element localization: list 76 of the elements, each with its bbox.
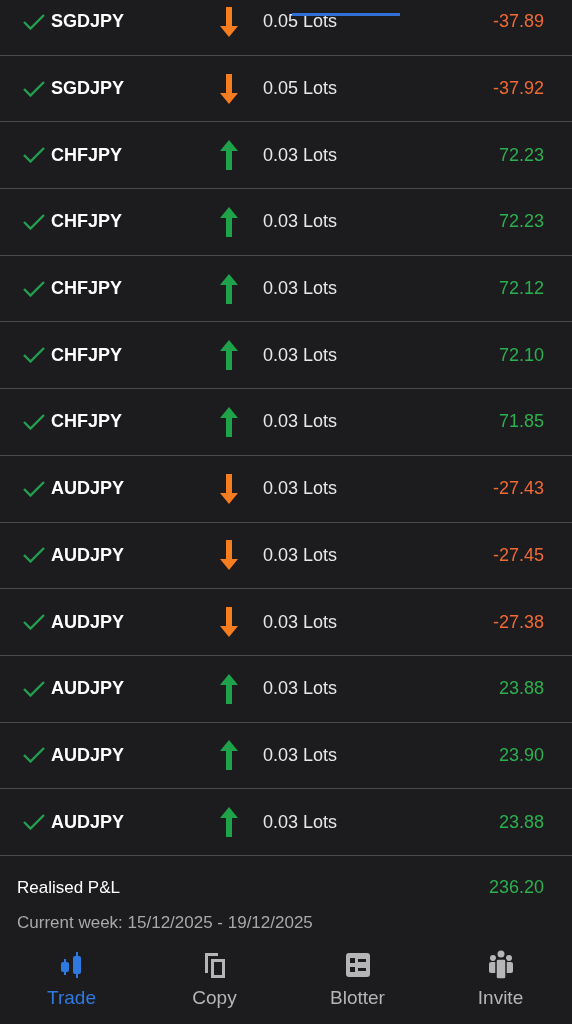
symbol: AUDJPY: [51, 810, 126, 834]
checkmark-icon: [23, 547, 45, 564]
symbol: CHFJPY: [51, 410, 123, 434]
symbol: AUDJPY: [51, 543, 126, 567]
copy-icon: [202, 951, 227, 979]
checkmark-icon: [23, 413, 45, 430]
list-icon: [344, 952, 371, 978]
symbol: CHFJPY: [51, 143, 123, 167]
profit-loss: 71.85: [498, 410, 544, 434]
nav-tab[interactable]: Blotter: [286, 940, 429, 1024]
lot-size: 0.05 Lots: [263, 10, 338, 34]
checkmark-icon: [23, 280, 45, 297]
checkmark-icon: [23, 13, 45, 30]
lot-size: 0.03 Lots: [263, 610, 338, 634]
down-arrow-icon: [220, 540, 238, 571]
profit-loss: -37.92: [492, 77, 544, 101]
checkmark-icon: [23, 614, 45, 631]
up-arrow-icon: [220, 673, 238, 704]
checkmark-icon: [23, 480, 45, 497]
checkmark-icon: [23, 347, 45, 364]
checkmark-icon: [23, 80, 45, 97]
profit-loss: 72.10: [498, 343, 544, 367]
nav-tab[interactable]: Copy: [143, 940, 286, 1024]
profit-loss: -37.89: [492, 10, 544, 34]
profit-loss: 72.23: [498, 210, 544, 234]
lot-size: 0.03 Lots: [263, 743, 338, 767]
profit-loss: -27.38: [492, 610, 544, 634]
lot-size: 0.03 Lots: [263, 343, 338, 367]
down-arrow-icon: [220, 607, 238, 638]
people-icon: [487, 950, 514, 980]
up-arrow-icon: [220, 807, 238, 838]
profit-loss: 23.88: [498, 810, 544, 834]
symbol: CHFJPY: [51, 277, 123, 301]
down-arrow-icon: [220, 73, 238, 104]
up-arrow-icon: [220, 406, 238, 437]
nav-tab[interactable]: Trade: [0, 940, 143, 1024]
nav-tab[interactable]: Invite: [429, 940, 572, 1024]
up-arrow-icon: [220, 740, 238, 771]
symbol: AUDJPY: [51, 477, 126, 501]
profit-loss: -27.43: [492, 477, 544, 501]
lot-size: 0.03 Lots: [263, 677, 338, 701]
lot-size: 0.03 Lots: [263, 410, 338, 434]
down-arrow-icon: [220, 6, 238, 37]
profit-loss: 23.90: [498, 743, 544, 767]
candlestick-icon: [59, 951, 84, 979]
lot-size: 0.03 Lots: [263, 143, 338, 167]
period-text: Current week: 15/12/2025 - 19/12/2025: [17, 911, 314, 934]
down-arrow-icon: [220, 473, 238, 504]
profit-loss: 23.88: [498, 677, 544, 701]
checkmark-icon: [23, 213, 45, 230]
lot-size: 0.03 Lots: [263, 277, 338, 301]
summary-label: Realised P&L: [17, 876, 120, 899]
symbol: AUDJPY: [51, 677, 126, 701]
profit-loss: 72.12: [498, 277, 544, 301]
symbol: SGDJPY: [51, 10, 126, 34]
symbol: AUDJPY: [51, 610, 126, 634]
profit-loss: -27.45: [492, 543, 544, 567]
symbol: CHFJPY: [51, 343, 123, 367]
lot-size: 0.05 Lots: [263, 77, 338, 101]
checkmark-icon: [23, 680, 45, 697]
symbol: SGDJPY: [51, 77, 126, 101]
up-arrow-icon: [220, 140, 238, 171]
up-arrow-icon: [220, 273, 238, 304]
symbol: CHFJPY: [51, 210, 123, 234]
checkmark-icon: [23, 147, 45, 164]
profit-loss: 72.23: [498, 143, 544, 167]
symbol: AUDJPY: [51, 743, 126, 767]
checkmark-icon: [23, 747, 45, 764]
lot-size: 0.03 Lots: [263, 210, 338, 234]
lot-size: 0.03 Lots: [263, 543, 338, 567]
up-arrow-icon: [220, 340, 238, 371]
summary-value: 236.20: [488, 875, 544, 899]
up-arrow-icon: [220, 206, 238, 237]
checkmark-icon: [23, 814, 45, 831]
lot-size: 0.03 Lots: [263, 477, 338, 501]
lot-size: 0.03 Lots: [263, 810, 338, 834]
